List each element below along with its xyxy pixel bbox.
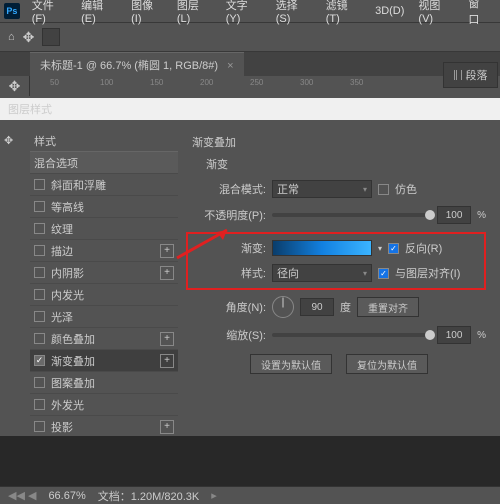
- style-row-texture[interactable]: 纹理: [30, 218, 178, 240]
- add-icon[interactable]: +: [160, 244, 174, 258]
- chevron-down-icon[interactable]: ▾: [378, 244, 382, 253]
- reset-default-button[interactable]: 复位为默认值: [346, 354, 428, 374]
- angle-row: 角度(N): 90 度 重置对齐: [192, 296, 486, 318]
- opacity-slider[interactable]: [272, 213, 431, 217]
- menu-select[interactable]: 选择(S): [270, 0, 318, 27]
- angle-dial[interactable]: [272, 296, 294, 318]
- tool-preset-dropdown[interactable]: [42, 28, 60, 46]
- dialog-title-text: 图层样式: [8, 101, 52, 117]
- blend-mode-select[interactable]: 正常▾: [272, 180, 372, 198]
- add-icon[interactable]: +: [160, 354, 174, 368]
- menu-3d[interactable]: 3D(D): [369, 3, 410, 19]
- add-icon[interactable]: +: [160, 332, 174, 346]
- checkbox[interactable]: [34, 201, 45, 212]
- style-row-gradientoverlay[interactable]: ✓渐变叠加+: [30, 350, 178, 372]
- close-tab-icon[interactable]: ×: [227, 60, 233, 72]
- sub-title: 渐变: [206, 156, 486, 172]
- gradient-overlay-settings: 渐变叠加 渐变 混合模式: 正常▾ 仿色 不透明度(P): 100 % 渐变: …: [186, 130, 492, 420]
- styles-panel: 样式 混合选项 斜面和浮雕 等高线 纹理 描边+ 内阴影+ 内发光 光泽 颜色叠…: [30, 130, 178, 420]
- document-tab[interactable]: 未标题-1 @ 66.7% (椭圆 1, RGB/8#) ×: [30, 52, 244, 77]
- menu-view[interactable]: 视图(V): [412, 0, 460, 27]
- style-row-contour[interactable]: 等高线: [30, 196, 178, 218]
- styles-list: 混合选项 斜面和浮雕 等高线 纹理 描边+ 内阴影+ 内发光 光泽 颜色叠加+ …: [30, 152, 178, 438]
- ruler-area: ✥ 50 100 150 200 250 300 350: [0, 76, 500, 96]
- styles-header[interactable]: 样式: [30, 130, 178, 152]
- document-tabs: 未标题-1 @ 66.7% (椭圆 1, RGB/8#) ×: [0, 52, 500, 76]
- gradient-preview[interactable]: [272, 240, 372, 256]
- horizontal-ruler: 50 100 150 200 250 300 350: [30, 76, 500, 96]
- style-row-dropshadow[interactable]: 投影+: [30, 416, 178, 438]
- style-row: 样式: 径向▾ ✓ 与图层对齐(I): [192, 264, 480, 282]
- checkbox[interactable]: [34, 267, 45, 278]
- app-logo: Ps: [4, 3, 20, 19]
- zoom-level[interactable]: 66.67%: [48, 490, 85, 502]
- checkbox[interactable]: [34, 289, 45, 300]
- style-row-innershadow[interactable]: 内阴影+: [30, 262, 178, 284]
- scale-slider[interactable]: [272, 333, 431, 337]
- layer-style-dialog: ✥ 样式 混合选项 斜面和浮雕 等高线 纹理 描边+ 内阴影+ 内发光 光泽 颜…: [0, 120, 500, 430]
- dither-checkbox[interactable]: [378, 184, 389, 195]
- doc-info[interactable]: 文档：1.20M/820.3K: [98, 488, 200, 504]
- menu-type[interactable]: 文字(Y): [220, 0, 268, 27]
- checkbox[interactable]: [34, 377, 45, 388]
- gradient-style-select[interactable]: 径向▾: [272, 264, 372, 282]
- style-row-innerglow[interactable]: 内发光: [30, 284, 178, 306]
- checkbox[interactable]: [34, 245, 45, 256]
- canvas-area: [0, 436, 500, 486]
- paragraph-panel-tab[interactable]: 段落: [443, 62, 498, 88]
- status-bar: ◀◀ ◀ 66.67% 文档：1.20M/820.3K ▸: [0, 486, 500, 504]
- move-tool-icon[interactable]: ✥: [4, 134, 22, 147]
- blending-options-row[interactable]: 混合选项: [30, 152, 178, 174]
- home-icon[interactable]: ⌂: [8, 31, 15, 43]
- style-row-outerglow[interactable]: 外发光: [30, 394, 178, 416]
- style-row-stroke[interactable]: 描边+: [30, 240, 178, 262]
- menu-filter[interactable]: 滤镜(T): [320, 0, 367, 27]
- checkbox[interactable]: [34, 311, 45, 322]
- ruler-corner: ✥: [0, 76, 30, 96]
- chevron-down-icon: ▾: [363, 185, 367, 194]
- menu-window[interactable]: 窗口: [462, 0, 496, 29]
- align-checkbox[interactable]: ✓: [378, 268, 389, 279]
- scale-input[interactable]: 100: [437, 326, 471, 344]
- style-row-coloroverlay[interactable]: 颜色叠加+: [30, 328, 178, 350]
- blend-mode-row: 混合模式: 正常▾ 仿色: [192, 180, 486, 198]
- opacity-row: 不透明度(P): 100 %: [192, 206, 486, 224]
- menu-edit[interactable]: 编辑(E): [75, 0, 123, 27]
- move-tool-icon[interactable]: ✥: [23, 29, 35, 46]
- defaults-row: 设置为默认值 复位为默认值: [192, 354, 486, 374]
- section-title: 渐变叠加: [192, 134, 486, 150]
- menu-layer[interactable]: 图层(L): [171, 0, 218, 27]
- menu-file[interactable]: 文件(F): [26, 0, 73, 27]
- dialog-titlebar: 图层样式: [0, 98, 500, 120]
- menu-image[interactable]: 图像(I): [125, 0, 169, 27]
- style-row-satin[interactable]: 光泽: [30, 306, 178, 328]
- reset-align-button[interactable]: 重置对齐: [357, 297, 419, 317]
- nav-arrows[interactable]: ◀◀ ◀: [8, 489, 36, 502]
- angle-input[interactable]: 90: [300, 298, 334, 316]
- add-icon[interactable]: +: [160, 420, 174, 434]
- tab-title: 未标题-1 @ 66.7% (椭圆 1, RGB/8#): [40, 60, 218, 72]
- checkbox[interactable]: [34, 333, 45, 344]
- reverse-checkbox[interactable]: ✓: [388, 243, 399, 254]
- checkbox[interactable]: [34, 421, 45, 432]
- chevron-right-icon[interactable]: ▸: [211, 489, 217, 502]
- vertical-toolbar: ✥: [4, 130, 22, 420]
- opacity-input[interactable]: 100: [437, 206, 471, 224]
- style-row-bevel[interactable]: 斜面和浮雕: [30, 174, 178, 196]
- chevron-down-icon: ▾: [363, 269, 367, 278]
- style-row-patternoverlay[interactable]: 图案叠加: [30, 372, 178, 394]
- add-icon[interactable]: +: [160, 266, 174, 280]
- scale-row: 缩放(S): 100 %: [192, 326, 486, 344]
- checkbox[interactable]: [34, 179, 45, 190]
- menubar: Ps 文件(F) 编辑(E) 图像(I) 图层(L) 文字(Y) 选择(S) 滤…: [0, 0, 500, 22]
- annotation-highlight: 渐变: ▾ ✓ 反向(R) 样式: 径向▾ ✓ 与图层对齐(I): [186, 232, 486, 290]
- set-default-button[interactable]: 设置为默认值: [250, 354, 332, 374]
- checkbox[interactable]: [34, 223, 45, 234]
- checkbox[interactable]: [34, 399, 45, 410]
- checkbox[interactable]: ✓: [34, 355, 45, 366]
- paragraph-icon: [454, 70, 462, 80]
- gradient-row: 渐变: ▾ ✓ 反向(R): [192, 240, 480, 256]
- move-icon: ✥: [9, 78, 21, 95]
